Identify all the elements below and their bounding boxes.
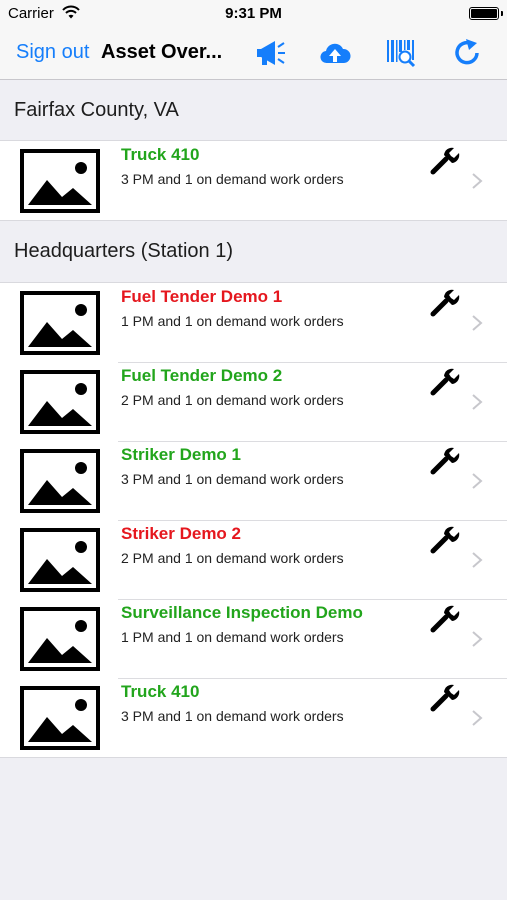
- wrench-icon[interactable]: [430, 524, 462, 556]
- asset-list: Fuel Tender Demo 1 1 PM and 1 on demand …: [0, 282, 507, 758]
- refresh-icon[interactable]: [452, 37, 484, 69]
- wrench-icon[interactable]: [430, 366, 462, 398]
- chevron-right-icon: [472, 473, 483, 489]
- asset-name: Surveillance Inspection Demo: [121, 603, 363, 622]
- asset-row[interactable]: Truck 410 3 PM and 1 on demand work orde…: [0, 678, 507, 757]
- chevron-right-icon: [472, 173, 483, 189]
- image-placeholder-icon: [20, 528, 100, 592]
- asset-row[interactable]: Surveillance Inspection Demo 1 PM and 1 …: [0, 599, 507, 678]
- asset-list: Truck 410 3 PM and 1 on demand work orde…: [0, 140, 507, 221]
- work-order-summary: 2 PM and 1 on demand work orders: [121, 392, 344, 408]
- asset-row[interactable]: Truck 410 3 PM and 1 on demand work orde…: [0, 141, 507, 220]
- chevron-right-icon: [472, 710, 483, 726]
- section-header: Headquarters (Station 1): [0, 221, 507, 281]
- work-order-summary: 3 PM and 1 on demand work orders: [121, 471, 344, 487]
- chevron-right-icon: [472, 552, 483, 568]
- work-order-summary: 1 PM and 1 on demand work orders: [121, 629, 344, 645]
- image-placeholder-icon: [20, 291, 100, 355]
- asset-name: Fuel Tender Demo 1: [121, 287, 283, 306]
- image-placeholder-icon: [20, 686, 100, 750]
- asset-row[interactable]: Fuel Tender Demo 1 1 PM and 1 on demand …: [0, 283, 507, 362]
- wrench-icon[interactable]: [430, 682, 462, 714]
- navigation-bar: Sign out Asset Over...: [0, 28, 507, 80]
- asset-row[interactable]: Fuel Tender Demo 2 2 PM and 1 on demand …: [0, 362, 507, 441]
- section-title: Fairfax County, VA: [14, 99, 179, 121]
- asset-name: Truck 410: [121, 682, 200, 701]
- section-header: Fairfax County, VA: [0, 80, 507, 140]
- section-title: Headquarters (Station 1): [14, 240, 234, 262]
- wrench-icon[interactable]: [430, 603, 462, 635]
- work-order-summary: 2 PM and 1 on demand work orders: [121, 550, 344, 566]
- wrench-icon[interactable]: [430, 287, 462, 319]
- image-placeholder-icon: [20, 607, 100, 671]
- sign-out-button[interactable]: Sign out: [16, 41, 89, 64]
- battery-icon: [469, 7, 503, 20]
- chevron-right-icon: [472, 631, 483, 647]
- status-bar: Carrier 9:31 PM: [0, 0, 507, 28]
- image-placeholder-icon: [20, 449, 100, 513]
- megaphone-icon[interactable]: [254, 37, 286, 69]
- asset-name: Striker Demo 1: [121, 445, 241, 464]
- barcode-scan-icon[interactable]: [385, 37, 417, 69]
- status-time: 9:31 PM: [225, 5, 282, 22]
- wrench-icon[interactable]: [430, 145, 462, 177]
- asset-name: Truck 410: [121, 145, 200, 164]
- work-order-summary: 1 PM and 1 on demand work orders: [121, 313, 344, 329]
- asset-row[interactable]: Striker Demo 2 2 PM and 1 on demand work…: [0, 520, 507, 599]
- work-order-summary: 3 PM and 1 on demand work orders: [121, 171, 344, 187]
- asset-name: Striker Demo 2: [121, 524, 241, 543]
- image-placeholder-icon: [20, 370, 100, 434]
- chevron-right-icon: [472, 394, 483, 410]
- chevron-right-icon: [472, 315, 483, 331]
- work-order-summary: 3 PM and 1 on demand work orders: [121, 708, 344, 724]
- asset-name: Fuel Tender Demo 2: [121, 366, 283, 385]
- cloud-upload-icon[interactable]: [319, 37, 351, 69]
- image-placeholder-icon: [20, 149, 100, 213]
- asset-row[interactable]: Striker Demo 1 3 PM and 1 on demand work…: [0, 441, 507, 520]
- wrench-icon[interactable]: [430, 445, 462, 477]
- page-title: Asset Over...: [101, 41, 223, 63]
